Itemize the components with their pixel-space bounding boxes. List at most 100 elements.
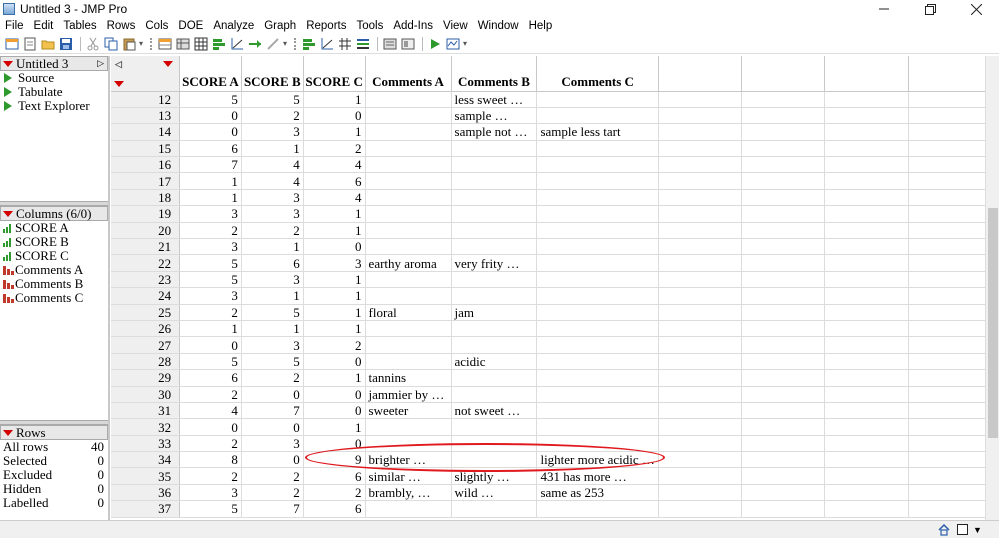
score-a-cell[interactable]: 3 xyxy=(179,484,242,502)
empty-cell[interactable] xyxy=(658,451,743,469)
fit-y-by-x-icon[interactable] xyxy=(229,36,245,52)
table-row[interactable]: 16 7 4 4 xyxy=(111,156,989,174)
score-b-cell[interactable]: 1 xyxy=(241,320,304,338)
table-corner[interactable]: ◁ xyxy=(111,56,181,92)
empty-cell[interactable] xyxy=(824,467,909,485)
new-data-table-icon[interactable] xyxy=(4,36,20,52)
empty-cell[interactable] xyxy=(908,353,989,371)
comments-a-cell[interactable] xyxy=(365,107,452,125)
empty-cell[interactable] xyxy=(658,287,743,305)
comments-a-cell[interactable]: jammier by … xyxy=(365,386,452,403)
score-a-cell[interactable]: 1 xyxy=(179,320,242,338)
home-window-icon[interactable] xyxy=(938,523,950,536)
score-c-cell[interactable]: 1 xyxy=(303,320,366,338)
table-row[interactable]: 13 0 2 0 sample … xyxy=(111,107,989,125)
menu-analyze[interactable]: Analyze xyxy=(208,18,259,34)
empty-cell[interactable] xyxy=(658,369,743,387)
score-b-cell[interactable]: 4 xyxy=(241,156,304,174)
comments-a-cell[interactable] xyxy=(365,500,452,518)
table-panel-expand-icon[interactable]: ▷ xyxy=(97,58,104,69)
column-item-comments-c[interactable]: Comments C xyxy=(0,291,108,305)
row-number-cell[interactable]: 31 xyxy=(111,402,181,420)
empty-cell[interactable] xyxy=(824,369,909,387)
table-row[interactable]: 30 2 0 0 jammier by … xyxy=(111,386,989,403)
column-header-comments-a[interactable]: Comments A xyxy=(365,56,452,92)
empty-cell[interactable] xyxy=(741,418,826,436)
minimize-icon[interactable] xyxy=(861,0,907,18)
menu-reports[interactable]: Reports xyxy=(301,18,351,34)
comments-c-cell[interactable] xyxy=(536,107,659,125)
score-c-cell[interactable]: 3 xyxy=(303,254,366,272)
empty-cell[interactable] xyxy=(658,336,743,354)
empty-cell[interactable] xyxy=(741,500,826,518)
empty-cell[interactable] xyxy=(824,254,909,272)
empty-cell[interactable] xyxy=(908,402,989,420)
run-script-icon[interactable] xyxy=(427,36,443,52)
score-b-cell[interactable]: 2 xyxy=(241,467,304,485)
comments-b-cell[interactable] xyxy=(451,320,538,338)
score-c-cell[interactable]: 1 xyxy=(303,369,366,387)
score-c-cell[interactable]: 1 xyxy=(303,91,366,108)
table-row[interactable]: 12 5 5 1 less sweet … xyxy=(111,91,989,108)
cut-icon[interactable] xyxy=(85,36,101,52)
row-number-cell[interactable]: 35 xyxy=(111,467,181,485)
score-a-cell[interactable]: 6 xyxy=(179,369,242,387)
score-b-cell[interactable]: 4 xyxy=(241,172,304,190)
column-header-empty[interactable] xyxy=(908,56,989,92)
empty-cell[interactable] xyxy=(658,435,743,453)
column-item-score-a[interactable]: SCORE A xyxy=(0,221,108,235)
table-row[interactable]: 25 2 5 1 floral jam xyxy=(111,304,989,321)
empty-cell[interactable] xyxy=(658,271,743,289)
row-number-cell[interactable]: 15 xyxy=(111,140,181,158)
script-source[interactable]: Source xyxy=(0,71,108,85)
row-number-cell[interactable]: 33 xyxy=(111,435,181,453)
empty-cell[interactable] xyxy=(824,123,909,141)
comments-b-cell[interactable] xyxy=(451,418,538,436)
comments-c-cell[interactable] xyxy=(536,222,659,240)
score-b-cell[interactable]: 0 xyxy=(241,418,304,436)
table-row[interactable]: 24 3 1 1 xyxy=(111,287,989,305)
menu-tools[interactable]: Tools xyxy=(351,18,388,34)
empty-cell[interactable] xyxy=(824,271,909,289)
comments-a-cell[interactable]: tannins xyxy=(365,369,452,387)
menu-add-ins[interactable]: Add-Ins xyxy=(388,18,438,34)
table-panel-header[interactable]: Untitled 3 ▷ xyxy=(0,56,108,71)
column-item-comments-b[interactable]: Comments B xyxy=(0,277,108,291)
row-number-cell[interactable]: 24 xyxy=(111,287,181,305)
score-a-cell[interactable]: 0 xyxy=(179,418,242,436)
scroll-left-icon[interactable]: ◁ xyxy=(115,59,122,70)
distribution-chart-icon[interactable] xyxy=(301,36,317,52)
menu-doe[interactable]: DOE xyxy=(173,18,208,34)
empty-cell[interactable] xyxy=(741,386,826,403)
menu-view[interactable]: View xyxy=(438,18,473,34)
empty-cell[interactable] xyxy=(658,189,743,207)
toolbar-overflow-icon[interactable]: ▾ xyxy=(139,39,143,48)
score-a-cell[interactable]: 5 xyxy=(179,271,242,289)
empty-cell[interactable] xyxy=(741,435,826,453)
row-number-cell[interactable]: 27 xyxy=(111,336,181,354)
menu-graph[interactable]: Graph xyxy=(259,18,301,34)
comments-c-cell[interactable] xyxy=(536,189,659,207)
empty-cell[interactable] xyxy=(658,172,743,190)
comments-a-cell[interactable] xyxy=(365,238,452,256)
restore-icon[interactable] xyxy=(907,0,953,18)
comments-c-cell[interactable] xyxy=(536,402,659,420)
empty-cell[interactable] xyxy=(908,123,989,141)
empty-cell[interactable] xyxy=(658,205,743,223)
empty-cell[interactable] xyxy=(824,287,909,305)
score-c-cell[interactable]: 0 xyxy=(303,353,366,371)
column-header-score-a[interactable]: SCORE A xyxy=(179,56,242,92)
comments-a-cell[interactable] xyxy=(365,123,452,141)
comments-a-cell[interactable] xyxy=(365,140,452,158)
window-list-icon[interactable] xyxy=(957,524,968,535)
comments-c-cell[interactable] xyxy=(536,500,659,518)
empty-cell[interactable] xyxy=(658,238,743,256)
score-b-cell[interactable]: 2 xyxy=(241,107,304,125)
score-c-cell[interactable]: 0 xyxy=(303,238,366,256)
comments-b-cell[interactable] xyxy=(451,386,538,403)
empty-cell[interactable] xyxy=(824,140,909,158)
score-b-cell[interactable]: 7 xyxy=(241,402,304,420)
empty-cell[interactable] xyxy=(824,304,909,321)
empty-cell[interactable] xyxy=(658,123,743,141)
score-b-cell[interactable]: 5 xyxy=(241,304,304,321)
